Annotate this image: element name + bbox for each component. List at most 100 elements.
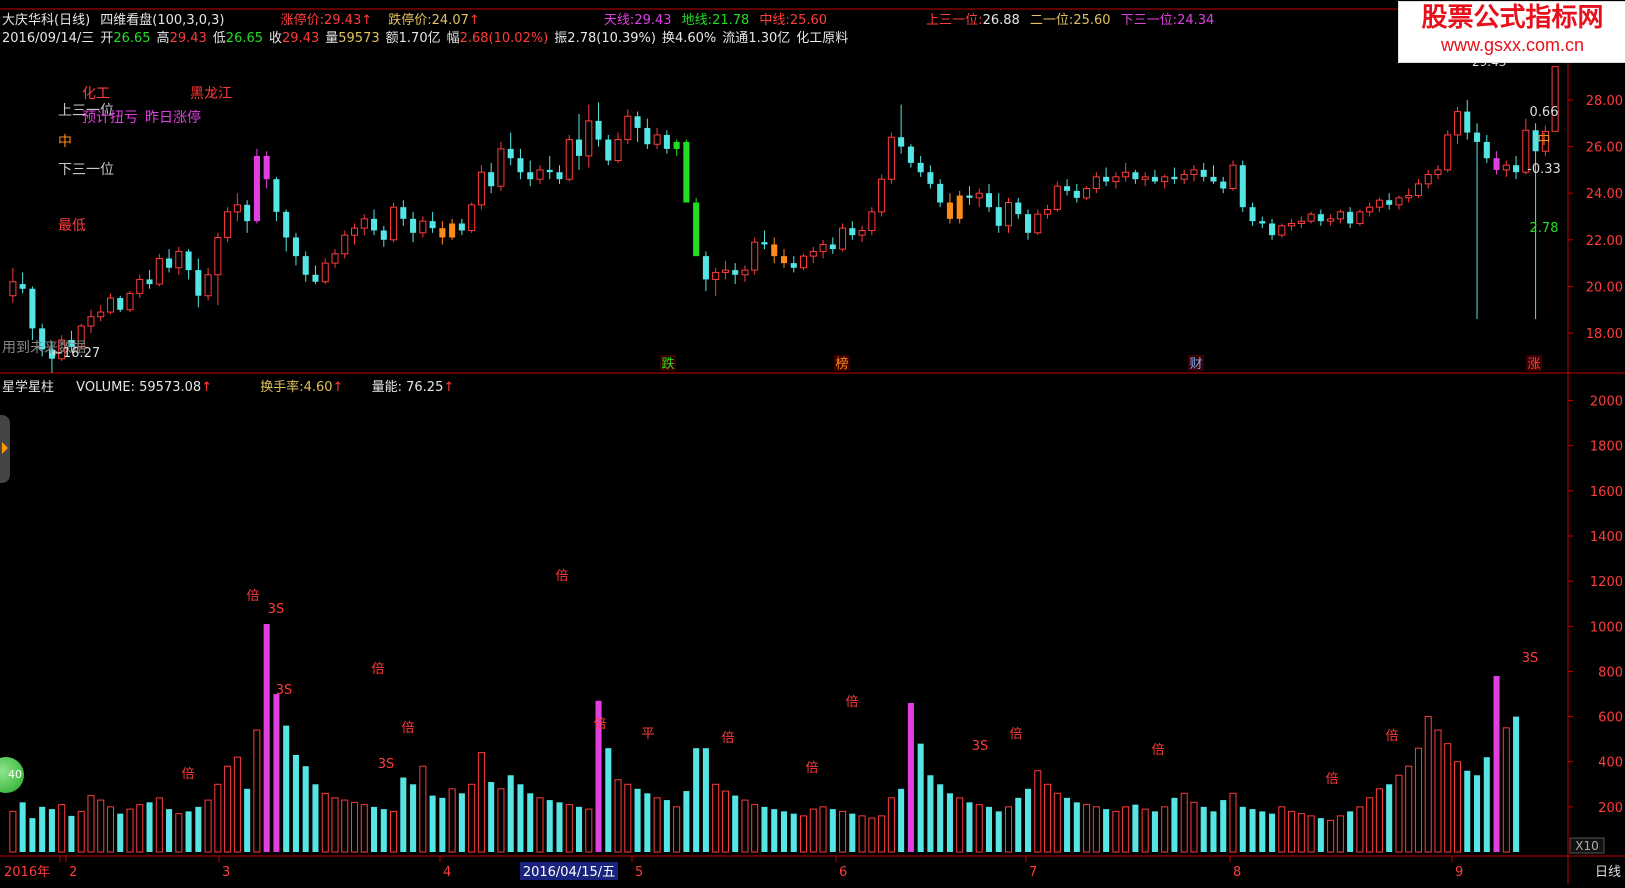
- candle-body: [9, 281, 17, 297]
- candle-body: [595, 120, 602, 140]
- limit-down-label: 跌停价:: [388, 13, 432, 28]
- volume-annotation: 平: [641, 727, 654, 742]
- candle-body: [283, 211, 290, 238]
- candle-body: [497, 148, 505, 187]
- volume-bar: [233, 756, 241, 853]
- candle-body: [1424, 174, 1432, 185]
- zhongxian-label: 中线:: [759, 13, 790, 28]
- volume-bar: [1356, 806, 1364, 853]
- candle-body: [1347, 211, 1354, 224]
- stock-name: 大庆华科(日线): [2, 13, 91, 28]
- dixian-label: 地线:: [681, 13, 713, 28]
- volume-bar: [1493, 675, 1500, 852]
- volume-value: 59573.08: [139, 380, 202, 395]
- volume-bar: [1112, 810, 1120, 853]
- watermark-url: www.gsxx.com.cn: [1440, 35, 1585, 55]
- candle-body: [565, 139, 573, 180]
- volume-tick-label: 2000: [1590, 395, 1623, 410]
- volume-bar: [1347, 811, 1354, 852]
- volume-bar: [644, 793, 651, 852]
- volume-annotation: 3S: [268, 602, 285, 617]
- volume-bar: [9, 810, 17, 853]
- volume-bar: [546, 800, 553, 852]
- candle-body: [517, 158, 524, 173]
- arrow-up-icon: ↑: [468, 13, 480, 28]
- volume-bar: [331, 797, 339, 853]
- volume-bar: [273, 694, 280, 852]
- volume-bar: [1395, 774, 1403, 853]
- volume-annotation: 倍: [371, 662, 384, 677]
- candle-body: [1336, 211, 1344, 220]
- volume-annotation: 3S: [378, 757, 395, 772]
- arrow-up-icon: ↑: [332, 380, 344, 395]
- event-marker: 跌: [661, 356, 674, 372]
- price-annotation: 下三一位: [58, 162, 114, 178]
- candle-body: [634, 116, 641, 128]
- volume-bar: [1151, 811, 1158, 852]
- volume-bar: [439, 797, 446, 852]
- candle-body: [321, 262, 329, 283]
- volume-bar: [429, 795, 436, 852]
- volume-bar: [937, 784, 944, 852]
- x-tick-label: 4: [443, 865, 451, 880]
- volume-bar: [126, 808, 134, 853]
- volume-bar: [663, 800, 670, 852]
- amt-value: 1.70亿: [398, 31, 441, 46]
- volume-bar: [48, 809, 55, 852]
- volume-tick-label: 1600: [1590, 485, 1623, 500]
- expand-panel-button[interactable]: [0, 415, 10, 483]
- low-annotation: ←16.27: [52, 346, 100, 361]
- volume-annotation: 倍: [805, 761, 818, 776]
- volume-bar: [1004, 806, 1013, 853]
- candle-body: [1513, 165, 1520, 173]
- candle-body: [1210, 176, 1217, 182]
- volume-tick-label: 1400: [1590, 530, 1623, 545]
- candle-body: [1405, 195, 1413, 199]
- volume-tick-label: 200: [1598, 801, 1623, 816]
- volume-bar: [1083, 804, 1091, 853]
- volume-bar: [985, 806, 993, 852]
- volume-bar: [1229, 792, 1237, 853]
- candle-body: [898, 137, 905, 147]
- x-tick-label: 2: [69, 865, 77, 880]
- volume-bar: [283, 725, 290, 852]
- volume-bar: [321, 792, 329, 853]
- chart-svg: 18.00 20.00 22.00 24.00 26.00 28.00 200 400 600 8…: [0, 8, 1625, 884]
- amt-label: 额: [385, 31, 399, 46]
- candle-body: [155, 257, 163, 285]
- candle-body: [1414, 183, 1422, 197]
- volume-bar: [1444, 743, 1452, 853]
- volume-bar: [780, 811, 788, 852]
- candle-body: [19, 284, 26, 289]
- low-label: 低: [212, 31, 226, 46]
- volume-bar: [29, 818, 36, 852]
- volume-bar: [1132, 804, 1139, 852]
- volume-bar: [946, 793, 953, 852]
- volume-bar: [371, 806, 378, 852]
- turnover-label: 换手率:: [260, 380, 304, 395]
- range-label: 幅: [446, 31, 460, 46]
- volume-bar: [1513, 716, 1520, 852]
- volume-bar: [302, 766, 309, 852]
- right-side-label: 2.78: [1530, 221, 1559, 236]
- volume-bar: [614, 779, 622, 853]
- volume-bar: [1317, 818, 1324, 852]
- candle-body: [1141, 176, 1149, 180]
- volume-tick-label: 1800: [1590, 440, 1623, 455]
- candle-body: [741, 269, 749, 276]
- candle-body: [1269, 223, 1276, 236]
- amp-value: 2.78(10.39%): [567, 31, 656, 46]
- candle-body: [780, 256, 788, 264]
- unit-label: X10: [1575, 839, 1599, 853]
- candle-body: [1464, 111, 1471, 133]
- candle-body: [400, 207, 407, 219]
- candle-body: [1474, 132, 1481, 142]
- candle-body: [449, 223, 456, 238]
- candle-body: [371, 218, 378, 231]
- candle-body: [136, 278, 144, 294]
- candle-body: [507, 148, 514, 159]
- candle-body: [771, 244, 778, 257]
- candle-body: [995, 207, 1002, 226]
- candle-body: [1395, 197, 1403, 206]
- volume-bar: [1297, 813, 1305, 853]
